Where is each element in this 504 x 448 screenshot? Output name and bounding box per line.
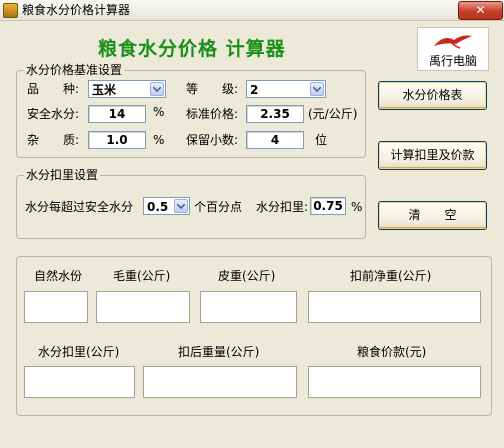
variety-label: 品 种: [27,82,80,96]
logo: 禹行电脑 [417,27,489,71]
gross-weight-label: 毛重(公斤) [113,269,171,283]
safe-moisture-unit: % [153,105,165,119]
standard-price-input[interactable]: 2.35 [246,105,304,123]
chevron-down-icon[interactable] [310,82,324,96]
standard-price-label: 标准价格: [186,107,239,121]
moisture-deduction-label: 水分扣里(公斤) [38,345,120,359]
impurity-input[interactable]: 1.0 [88,131,146,149]
decimals-label: 保留小数: [186,133,239,147]
deduct-input[interactable]: 0.75 [310,197,346,215]
chevron-down-icon[interactable] [174,199,188,213]
grain-payment-label: 粮食价款(元) [357,345,427,359]
natural-moisture-label: 自然水份 [34,269,83,283]
standard-price-unit: (元/公斤) [308,107,358,121]
moisture-deduction-output [24,366,135,398]
net-before-output [308,291,481,323]
safe-moisture-input[interactable]: 14 [88,105,146,123]
grain-payment-output [308,366,481,398]
decimals-input[interactable]: 4 [246,131,304,149]
window-title: 粮食水分价格计算器 [22,3,131,17]
grade-value: 2 [250,83,259,97]
close-button[interactable]: ✕ [458,1,503,20]
base-settings-legend: 水分价格基准设置 [24,63,125,77]
chevron-down-icon[interactable] [150,82,164,96]
app-window: 粮食水分价格计算器 ✕ 粮食水分价格 计算器 禹行电脑 水分价格基准设置 品 种… [0,0,504,448]
app-title: 粮食水分价格 计算器 [98,38,286,60]
gross-weight-input[interactable] [96,291,190,323]
deduct-label: 水分扣里: [256,200,309,214]
exceed-unit: 个百分点 [194,200,243,214]
price-table-button[interactable]: 水分价格表 [378,81,487,110]
clear-button[interactable]: 清 空 [378,201,487,230]
variety-select[interactable]: 玉米 [88,80,166,98]
weight-after-output [143,366,297,398]
natural-moisture-input[interactable] [24,291,88,323]
deduct-unit: % [351,200,363,214]
exceed-value: 0.5 [147,200,169,214]
tare-weight-input[interactable] [200,291,297,323]
exceed-select[interactable]: 0.5 [143,197,190,215]
net-before-label: 扣前净重(公斤) [350,269,432,283]
calculate-button[interactable]: 计算扣里及价款 [378,141,487,170]
title-bar[interactable]: 粮食水分价格计算器 ✕ [0,0,504,21]
variety-value: 玉米 [92,83,117,97]
app-icon [3,3,18,18]
impurity-label: 杂 质: [27,133,80,147]
impurity-unit: % [153,133,165,147]
grade-select[interactable]: 2 [246,80,326,98]
deduction-settings-legend: 水分扣里设置 [24,168,101,182]
logo-text: 禹行电脑 [428,54,477,68]
decimals-unit: 位 [315,133,328,147]
bird-logo-icon [434,35,472,49]
tare-weight-label: 皮重(公斤) [218,269,276,283]
safe-moisture-label: 安全水分: [27,107,80,121]
grade-label: 等 级: [186,82,239,96]
exceed-label: 水分每超过安全水分 [25,200,134,214]
weight-after-label: 扣后重量(公斤) [178,345,260,359]
